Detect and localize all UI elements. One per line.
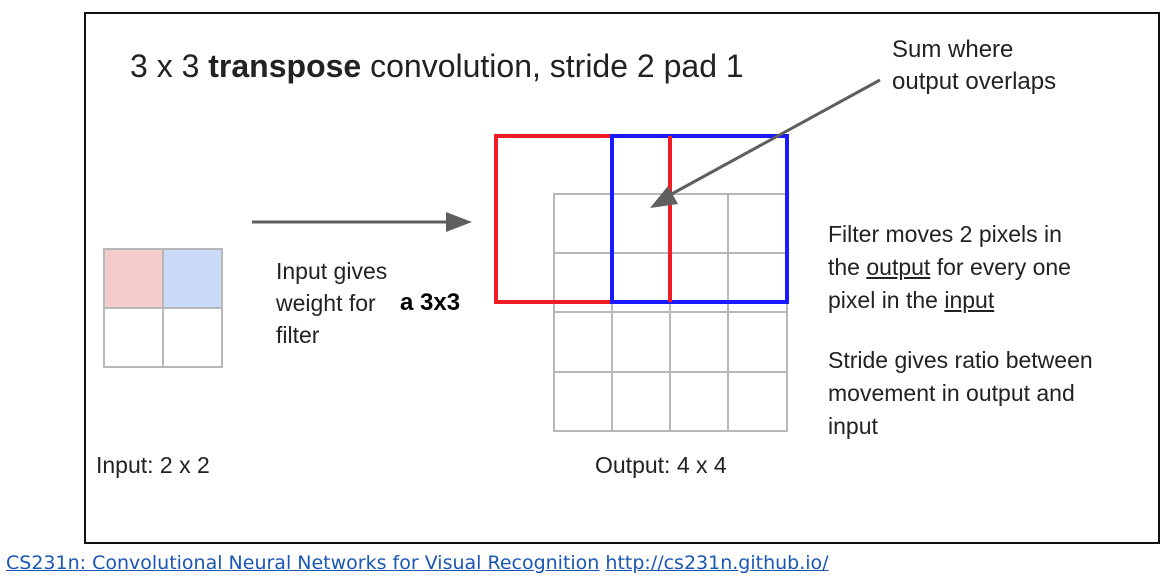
- sum-note: Sum where output overlaps: [892, 36, 1057, 95]
- stride-note: Stride gives ratio between movement in o…: [828, 347, 1093, 439]
- filter-size-label: a 3x3: [400, 289, 461, 316]
- slide-title: 3 x 3 transpose convolution, stride 2 pa…: [130, 48, 744, 84]
- input-note: Input gives weight for filter: [276, 258, 388, 348]
- input-cell-blue: [163, 249, 222, 308]
- overlap-arrow: [650, 78, 881, 208]
- filter-note: Filter moves 2 pixels in the output for …: [828, 221, 1071, 313]
- input-grid: [103, 248, 223, 368]
- red-filter-box: [494, 134, 672, 304]
- footer-course-link[interactable]: CS231n: Convolutional Neural Networks fo…: [6, 552, 599, 574]
- output-label: Output: 4 x 4: [595, 452, 727, 478]
- input-cell-red: [104, 249, 163, 308]
- blue-filter-box: [610, 134, 789, 304]
- input-to-output-arrow: [252, 212, 472, 232]
- footer-url-link[interactable]: http://cs231n.github.io/: [605, 552, 828, 574]
- input-label: Input: 2 x 2: [96, 452, 210, 478]
- footer-credit: CS231n: Convolutional Neural Networks fo…: [6, 552, 829, 574]
